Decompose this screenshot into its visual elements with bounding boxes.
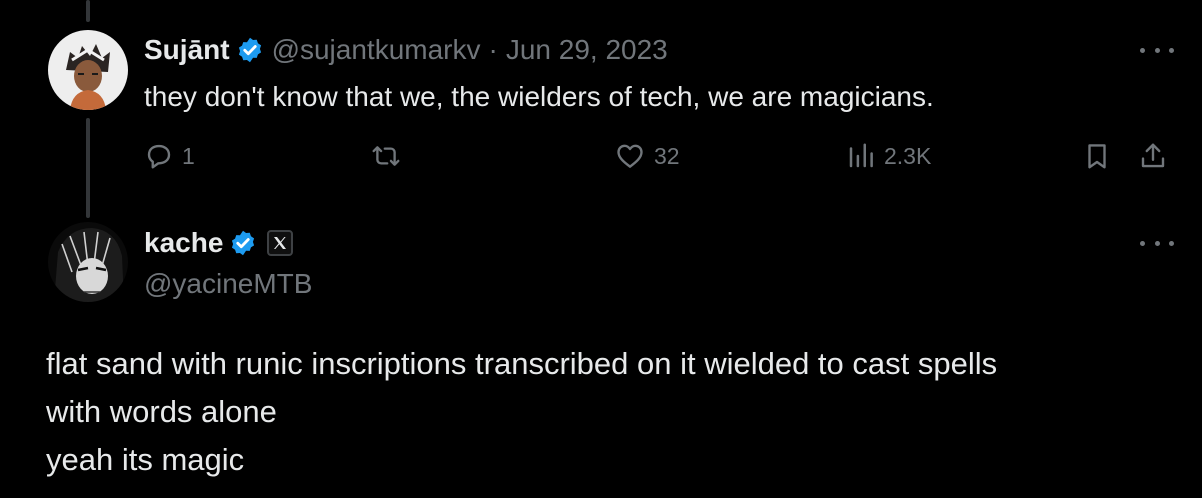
author-handle[interactable]: @sujantkumarkv	[272, 34, 481, 66]
share-upload-icon	[1138, 141, 1168, 171]
repost-arrows-icon	[370, 141, 402, 171]
verified-badge-icon[interactable]	[229, 229, 257, 257]
reply-header: Sujānt @sujantkumarkv · Jun 29, 2023	[144, 32, 668, 68]
reply-count: 1	[182, 142, 195, 169]
more-dots-icon[interactable]	[1140, 43, 1174, 57]
quoted-body-text: flat sand with runic inscriptions transc…	[46, 340, 997, 484]
like-count: 32	[654, 142, 680, 169]
speech-bubble-icon	[144, 141, 174, 171]
repost-button[interactable]	[370, 136, 402, 176]
x-logo-icon[interactable]	[267, 230, 294, 256]
thread-line-top	[86, 0, 90, 22]
reply-text: they don't know that we, the wielders of…	[144, 81, 934, 112]
author-name[interactable]: Sujānt	[144, 34, 230, 66]
more-dots-icon[interactable]	[1140, 236, 1174, 250]
avatar-kache[interactable]	[48, 222, 128, 302]
reply-button[interactable]: 1	[144, 136, 195, 176]
meta-separator: ·	[488, 34, 498, 65]
body-line: yeah its magic	[46, 442, 245, 477]
avatar-sujant[interactable]	[48, 30, 128, 110]
quoted-author-name[interactable]: kache	[144, 227, 223, 259]
views-button[interactable]: 2.3K	[846, 136, 931, 176]
action-bar: 1 32 2.3K	[144, 136, 1178, 176]
bookmark-button[interactable]	[1082, 136, 1112, 176]
body-line: with words alone	[46, 394, 277, 429]
verified-badge-icon[interactable]	[236, 36, 264, 64]
share-button[interactable]	[1138, 136, 1168, 176]
bookmark-icon	[1082, 141, 1112, 171]
tweet-date[interactable]: Jun 29, 2023	[506, 34, 668, 66]
body-line: flat sand with runic inscriptions transc…	[46, 346, 998, 381]
quoted-author-handle[interactable]: @yacineMTB	[144, 268, 312, 300]
bar-chart-icon	[846, 141, 876, 171]
quoted-header: kache	[144, 225, 294, 261]
views-count: 2.3K	[884, 142, 932, 169]
thread-line-bottom	[86, 118, 90, 218]
heart-icon	[614, 141, 646, 171]
like-button[interactable]: 32	[614, 136, 680, 176]
